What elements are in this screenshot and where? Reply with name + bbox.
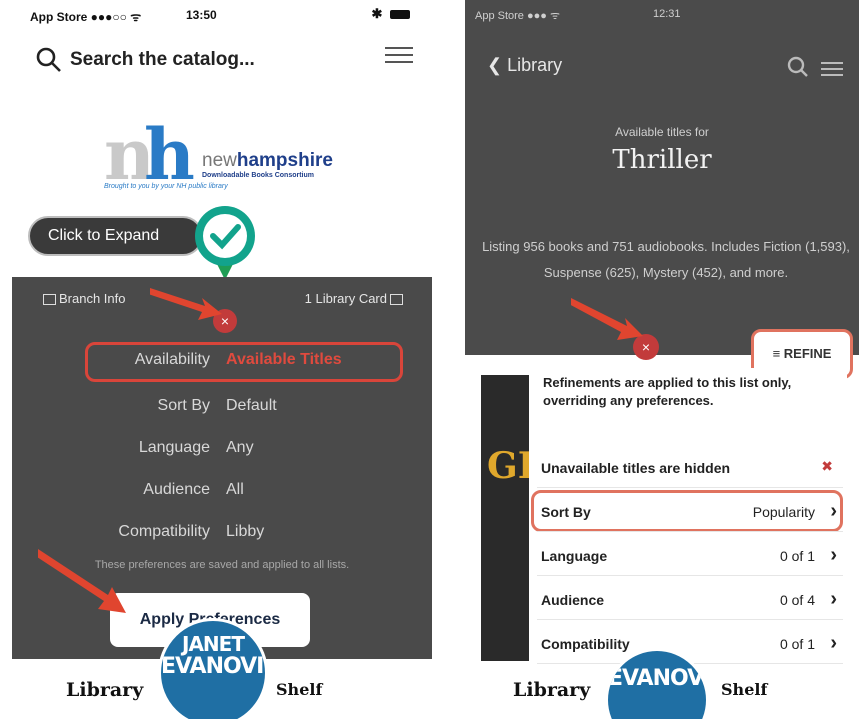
pref-key: Compatibility: [118, 523, 210, 540]
genre-title: Thriller: [612, 145, 712, 175]
checkmark-pin-icon: [195, 206, 255, 280]
current-book-badge[interactable]: JANET EVANOVICH: [158, 618, 268, 719]
back-label: Library: [507, 55, 563, 75]
menu-icon[interactable]: [821, 58, 843, 80]
status-time: 13:50: [186, 8, 217, 22]
refine-key: Unavailable titles are hidden: [541, 460, 731, 476]
nav-shelf[interactable]: Shelf: [276, 680, 322, 699]
refine-key: Compatibility: [541, 636, 630, 652]
refine-row-unavailable[interactable]: Unavailable titles are hidden ✖: [537, 448, 843, 488]
chevron-left-icon: ❮: [487, 55, 508, 75]
status-carrier: App Store ●●● ᯤ: [475, 10, 561, 22]
chevron-right-icon: ›: [830, 544, 837, 566]
click-to-expand-button[interactable]: Click to Expand: [28, 216, 203, 256]
logo-h: h: [144, 113, 195, 196]
refine-row-compatibility[interactable]: Compatibility 0 of 1 ›: [537, 624, 843, 664]
refine-label: REFINE: [783, 346, 832, 361]
pref-row-sort-by[interactable]: Sort By Default: [12, 397, 432, 423]
library-logo: n h newhampshire Downloadable Books Cons…: [104, 120, 344, 195]
pref-key: Language: [138, 439, 210, 456]
refine-row-sort-by[interactable]: Sort By Popularity ›: [537, 492, 843, 532]
refine-value: 0 of 4: [779, 592, 815, 608]
pref-row-availability[interactable]: Availability Available Titles: [12, 351, 432, 377]
refine-row-language[interactable]: Language 0 of 1 ›: [537, 536, 843, 576]
refine-key: Sort By: [541, 504, 591, 520]
status-right: ✱: [371, 6, 410, 22]
pref-value: Libby: [226, 523, 265, 540]
search-icon[interactable]: [787, 56, 809, 78]
pref-value: All: [226, 481, 244, 498]
library-card-label: 1 Library Card: [304, 291, 387, 306]
pref-value: Default: [226, 397, 277, 414]
search-bar[interactable]: Search the catalog...: [36, 40, 255, 80]
logo-name-hampshire: hampshire: [236, 150, 333, 171]
status-time: 12:31: [653, 8, 681, 20]
logo-subtitle: Downloadable Books Consortium: [202, 172, 315, 179]
annotation-arrow-top: [150, 288, 222, 320]
map-icon: [43, 294, 56, 306]
chevron-right-icon: ›: [830, 588, 837, 610]
book-author-first: JANET: [182, 632, 245, 656]
back-button[interactable]: ❮ Library: [487, 55, 562, 76]
pref-value: Available Titles: [226, 351, 342, 368]
refinements-note: Refinements are applied to this list onl…: [543, 375, 792, 408]
branch-info-label: Branch Info: [59, 291, 126, 306]
status-bar: App Store ●●●○○ ᯤ 13:50 ✱: [0, 0, 440, 30]
filter-icon: ≡: [772, 346, 784, 361]
menu-icon[interactable]: [385, 42, 413, 70]
nav-library[interactable]: Library: [513, 679, 590, 701]
right-screen: App Store ●●● ᯤ 12:31 ❮ Library Availabl…: [451, 0, 859, 719]
library-card[interactable]: 1 Library Card: [305, 291, 406, 306]
battery-icon: [390, 10, 410, 20]
refine-row-audience[interactable]: Audience 0 of 4 ›: [537, 580, 843, 620]
branch-info[interactable]: Branch Info: [40, 291, 126, 306]
search-icon: [36, 47, 61, 72]
chevron-right-icon: ›: [830, 632, 837, 654]
annotation-arrow-bottom: [38, 549, 126, 613]
pref-row-language[interactable]: Language Any: [12, 439, 432, 465]
refine-key: Audience: [541, 592, 605, 608]
annotation-arrow: [571, 298, 643, 340]
listing-summary: Listing 956 books and 751 audiobooks. In…: [482, 239, 850, 280]
bluetooth-icon: ✱: [371, 6, 383, 21]
pref-row-audience[interactable]: Audience All: [12, 481, 432, 507]
nav-library[interactable]: Library: [66, 679, 143, 701]
left-screen: App Store ●●●○○ ᯤ 13:50 ✱ Search the cat…: [0, 0, 440, 719]
refine-value: Popularity: [752, 504, 815, 520]
pref-key: Sort By: [157, 397, 210, 414]
logo-name-new: new: [202, 150, 237, 171]
book-author-last: EVANOVICH: [161, 654, 265, 679]
close-icon[interactable]: ✖: [821, 458, 833, 475]
chevron-right-icon: ›: [830, 500, 837, 522]
refine-value: 0 of 1: [779, 636, 815, 652]
nav-shelf[interactable]: Shelf: [721, 680, 767, 699]
genre-header: App Store ●●● ᯤ 12:31 ❮ Library Availabl…: [465, 0, 859, 355]
available-for-label: Available titles for: [615, 125, 709, 139]
book-author-last: EVANOVICH: [608, 666, 706, 691]
card-icon: [390, 294, 403, 306]
refinements-panel: Refinements are applied to this list onl…: [529, 368, 847, 664]
pref-key: Audience: [143, 481, 210, 498]
logo-tagline: Brought to you by your NH public library: [104, 183, 228, 190]
logo-name: newhampshire: [202, 150, 333, 172]
pref-value: Any: [226, 439, 254, 456]
refine-value: 0 of 1: [779, 548, 815, 564]
refine-key: Language: [541, 548, 608, 564]
search-input[interactable]: Search the catalog...: [70, 49, 255, 71]
pref-key: Availability: [134, 351, 210, 368]
status-carrier: App Store ●●●○○ ᯤ: [30, 10, 142, 24]
